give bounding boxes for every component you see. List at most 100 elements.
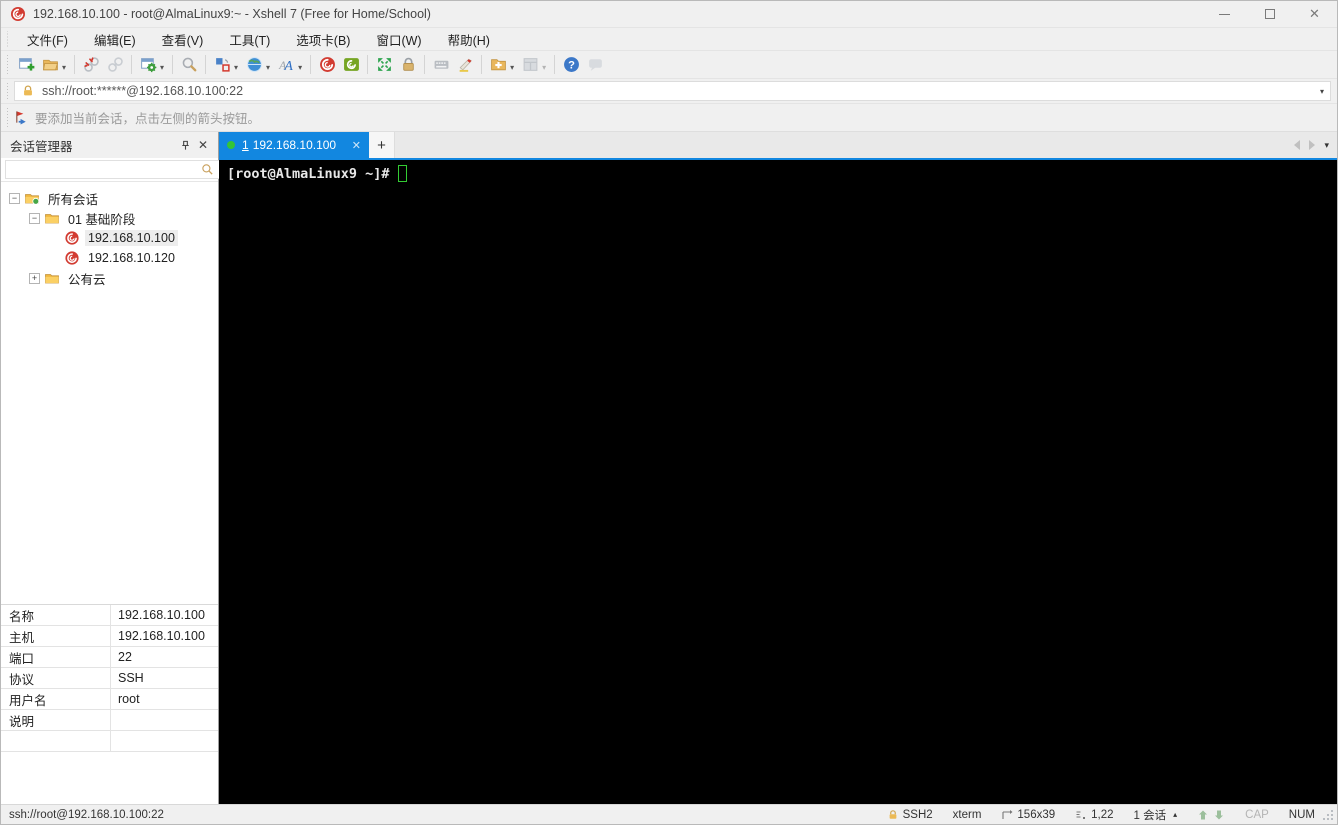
- sidebar-filler: [1, 752, 218, 804]
- session-properties-button[interactable]: [136, 53, 160, 77]
- previous-session-icon[interactable]: [1197, 809, 1209, 821]
- prop-row-username: 用户名 root: [1, 689, 218, 710]
- xshell-button[interactable]: [315, 53, 339, 77]
- tab-close-icon[interactable]: ✕: [352, 139, 361, 152]
- statusbar-session-count[interactable]: 1 会话 ▴: [1124, 807, 1188, 823]
- menu-file[interactable]: 文件(F): [14, 28, 81, 50]
- web-browser-dropdown-arrow[interactable]: ▾: [266, 63, 270, 72]
- tab-scroll-left-icon[interactable]: [1294, 140, 1301, 150]
- menu-view[interactable]: 查看(V): [149, 28, 217, 50]
- prop-value: 192.168.10.100: [118, 608, 205, 622]
- close-button[interactable]: ✕: [1292, 1, 1337, 27]
- new-session-button[interactable]: [14, 53, 38, 77]
- tree-item-all-sessions[interactable]: − 所有会话: [1, 188, 218, 208]
- virtual-keyboard-button[interactable]: [429, 53, 453, 77]
- highlight-button[interactable]: [453, 53, 477, 77]
- lock-button[interactable]: [396, 53, 420, 77]
- svg-text:A: A: [283, 58, 293, 73]
- terminal-type-label: xterm: [952, 808, 982, 821]
- tab-list-dropdown-icon[interactable]: ▾: [1324, 140, 1329, 151]
- menubar-gripper[interactable]: [5, 31, 9, 47]
- close-icon: ✕: [1309, 6, 1320, 21]
- prop-label: 主机: [1, 626, 111, 646]
- toolbar: ▾ ▾ ▾ ▾ AA ▾ ▾ ▾ ?: [1, 50, 1337, 78]
- expand-icon[interactable]: +: [29, 272, 40, 284]
- open-button[interactable]: [38, 53, 62, 77]
- xshell-logo-icon: [11, 7, 25, 21]
- next-session-icon[interactable]: [1213, 809, 1225, 821]
- find-button[interactable]: [177, 53, 201, 77]
- open-dropdown-arrow[interactable]: ▾: [62, 63, 66, 72]
- prop-label: 说明: [1, 710, 111, 730]
- menu-edit[interactable]: 编辑(E): [81, 28, 149, 50]
- fullscreen-button[interactable]: [372, 53, 396, 77]
- tree-item-session-100[interactable]: 192.168.10.100: [1, 228, 218, 248]
- address-input[interactable]: [42, 84, 1314, 98]
- message-button: [583, 53, 607, 77]
- toolbar-gripper[interactable]: [5, 55, 9, 74]
- notice-text: 要添加当前会话，点击左侧的箭头按钮。: [35, 112, 261, 126]
- collapse-icon[interactable]: −: [29, 212, 40, 224]
- disconnect-button[interactable]: [79, 53, 103, 77]
- new-folder-icon: [490, 59, 506, 71]
- compose-button[interactable]: [210, 53, 234, 77]
- prop-value: 192.168.10.100: [118, 629, 205, 643]
- compose-dropdown-arrow[interactable]: ▾: [234, 63, 238, 72]
- minimize-button[interactable]: [1202, 1, 1247, 27]
- terminal-size-icon: [1002, 809, 1013, 819]
- new-folder-button[interactable]: [486, 53, 510, 77]
- tabbar-spacer: [395, 132, 1294, 158]
- close-panel-icon: ✕: [197, 138, 209, 152]
- terminal-cursor: [397, 165, 407, 182]
- menu-help[interactable]: 帮助(H): [435, 28, 503, 50]
- statusbar-connection: ssh://root@192.168.10.100:22: [9, 808, 164, 821]
- new-tab-button[interactable]: +: [369, 132, 395, 158]
- menubar: 文件(F) 编辑(E) 查看(V) 工具(T) 选项卡(B) 窗口(W) 帮助(…: [1, 27, 1337, 50]
- addressbar: ▾: [1, 78, 1337, 103]
- menu-tools[interactable]: 工具(T): [216, 28, 283, 50]
- tree-item-folder-cloud[interactable]: + 公有云: [1, 268, 218, 288]
- toolbar-separator: [74, 55, 76, 74]
- folder-icon: [45, 274, 59, 284]
- toolbar-separator: [205, 55, 207, 74]
- session-search-input[interactable]: [5, 160, 221, 179]
- address-dropdown-arrow[interactable]: ▾: [1320, 87, 1324, 96]
- reconnect-button: [103, 53, 127, 77]
- tree-item-folder-01[interactable]: − 01 基础阶段: [1, 208, 218, 228]
- menu-tabs[interactable]: 选项卡(B): [283, 28, 363, 50]
- tree-item-label: 01 基础阶段: [68, 212, 136, 227]
- collapse-icon[interactable]: −: [9, 192, 20, 204]
- tree-item-session-120[interactable]: 192.168.10.120: [1, 248, 218, 268]
- search-icon: [202, 164, 213, 175]
- maximize-button[interactable]: [1247, 1, 1292, 27]
- session-list-dropdown-icon[interactable]: ▴: [1173, 810, 1177, 819]
- noticebar-gripper[interactable]: [5, 108, 9, 127]
- caps-lock-label: CAP: [1245, 808, 1269, 821]
- connected-status-icon: [227, 141, 235, 149]
- close-panel-button[interactable]: ✕: [194, 136, 212, 154]
- resize-grip-icon[interactable]: [1321, 808, 1335, 822]
- xftp-button[interactable]: [339, 53, 363, 77]
- cursor-position-label: 1,22: [1091, 808, 1114, 821]
- toolbar-separator: [131, 55, 133, 74]
- caps-lock-indicator: CAP: [1235, 809, 1279, 821]
- toolbar-separator: [481, 55, 483, 74]
- font-button[interactable]: AA: [274, 53, 298, 77]
- all-sessions-folder-icon: [25, 194, 40, 205]
- window-title: 192.168.10.100 - root@AlmaLinux9:~ - Xsh…: [33, 7, 431, 21]
- menu-window[interactable]: 窗口(W): [363, 28, 434, 50]
- highlight-pen-icon: [459, 58, 472, 72]
- prop-row-name: 名称 192.168.10.100: [1, 605, 218, 626]
- main-area: 会话管理器 ✕ − 所有会话 − 01 基础阶段 192.168.10.100 …: [1, 132, 1337, 804]
- session-properties-dropdown-arrow[interactable]: ▾: [160, 63, 164, 72]
- tab-scroll-right-icon[interactable]: [1309, 140, 1316, 150]
- new-folder-dropdown-arrow[interactable]: ▾: [510, 63, 514, 72]
- addressbar-gripper[interactable]: [5, 82, 9, 100]
- font-dropdown-arrow[interactable]: ▾: [298, 63, 302, 72]
- web-browser-button[interactable]: [242, 53, 266, 77]
- pin-panel-button[interactable]: [176, 136, 194, 154]
- terminal[interactable]: [root@AlmaLinux9 ~]#: [219, 160, 1337, 804]
- tab-session-1[interactable]: 1 192.168.10.100 ✕: [219, 132, 369, 158]
- address-box[interactable]: ▾: [14, 81, 1331, 101]
- help-button[interactable]: ?: [559, 53, 583, 77]
